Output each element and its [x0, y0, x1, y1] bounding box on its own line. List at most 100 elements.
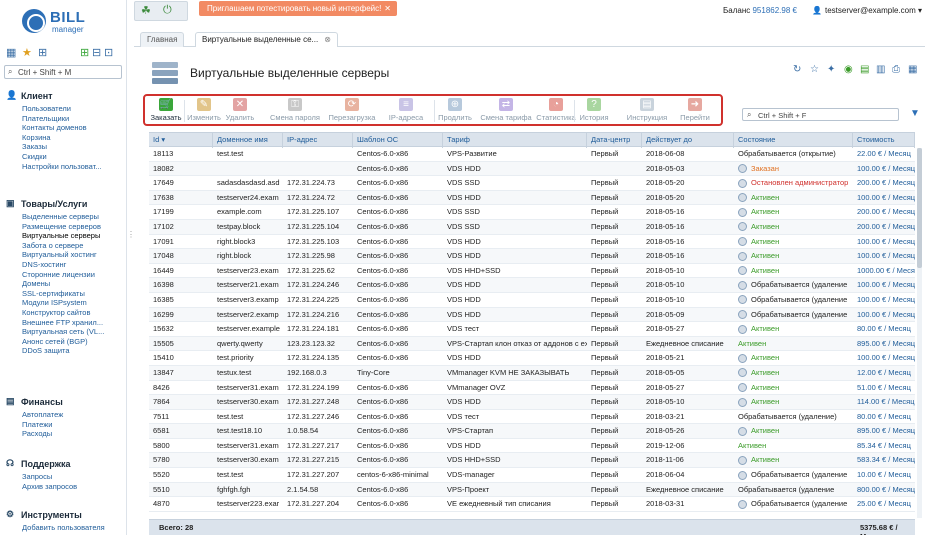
stats-button[interactable]: ◔ Статистика — [535, 98, 577, 124]
sidebar-item[interactable]: DDoS защита — [6, 346, 124, 356]
sidebar-item[interactable]: Конструктор сайтов — [6, 308, 124, 318]
filter-funnel-icon[interactable]: ▼ — [910, 108, 920, 119]
table-row[interactable]: 16385 testserver3.examp 172.31.224.225 Cent… — [149, 293, 915, 308]
sidebar-group-header[interactable]: ☊ Поддержка — [6, 458, 124, 472]
sidebar-group-header[interactable]: 👤 Клиент — [6, 90, 124, 104]
sidebar-group-header[interactable]: ⚙ Инструменты — [6, 509, 124, 523]
table-row[interactable]: 18113 test.test Centos-6.0-x86 VPS-Развитие… — [149, 147, 915, 162]
sidebar-item[interactable]: Виртуальные серверы — [6, 231, 124, 241]
favorite-star-icon[interactable]: ☆ — [810, 64, 819, 75]
table-row[interactable]: 17102 testpay.block 172.31.225.104 Centos-6… — [149, 219, 915, 235]
sidebar-item[interactable]: Виртуальная сеть (VL... — [6, 327, 124, 337]
sidebar-item[interactable]: Анонс сетей (BGP) — [6, 337, 124, 347]
table-row[interactable]: 17649 sadasdasdasd.asd 172.31.224.73 Centos… — [149, 176, 915, 191]
sidebar-item[interactable]: Настройки пользоват... — [6, 162, 124, 172]
sidebar-group-header[interactable]: ▤ Финансы — [6, 396, 124, 410]
settings-icon[interactable]: ⊡ — [104, 47, 113, 59]
table-row[interactable]: 18082 Centos-6.0-x86 VDS HDD 2018-05-03 Зака… — [149, 161, 915, 177]
history-button[interactable]: ? История — [577, 98, 611, 124]
sidebar-item[interactable]: Запросы — [6, 472, 124, 482]
sidebar-item[interactable]: Заказы — [6, 142, 124, 152]
favorites-star-icon[interactable]: ★ — [22, 47, 32, 59]
sidebar-item[interactable]: Контакты доменов — [6, 123, 124, 133]
tab-home[interactable]: Главная — [140, 32, 185, 47]
promo-banner[interactable]: Приглашаем потестировать новый интерфейс… — [199, 1, 397, 16]
sidebar-item[interactable]: Плательщики — [6, 114, 124, 124]
close-icon[interactable]: ✕ — [384, 1, 391, 16]
table-row[interactable]: 17048 right.block 172.31.225.98 Centos-6.0-… — [149, 249, 915, 264]
sidebar-item[interactable]: Виртуальный хостинг — [6, 250, 124, 260]
table-row[interactable]: 17199 example.com 172.31.225.107 Centos-6.0… — [149, 205, 915, 220]
table-row[interactable]: 5780 testserver30.exam 172.31.227.215 Cento… — [149, 453, 915, 469]
print-icon[interactable]: ⎙ — [892, 64, 900, 75]
delete-button[interactable]: ✕ Удалить — [225, 98, 255, 124]
user-menu[interactable]: 👤 testserver@example.com ▾ — [812, 6, 922, 15]
table-scrollbar[interactable] — [917, 148, 922, 518]
table-row[interactable]: 17091 right.block3 172.31.225.103 Centos-6.… — [149, 235, 915, 250]
table-row[interactable]: 13847 testux.test 192.168.0.3 Tiny-Core VMma… — [149, 365, 915, 381]
table-row[interactable]: 16398 testserver21.exam 172.31.224.246 Cent… — [149, 278, 915, 293]
column-header[interactable]: Доменное имя — [213, 133, 283, 148]
column-header[interactable]: Id ▾ — [149, 133, 213, 148]
sidebar-item[interactable]: Пользователи — [6, 104, 124, 114]
collapse-all-icon[interactable]: ⊟ — [92, 47, 101, 59]
sidebar-item[interactable]: Внешнее FTP хранил... — [6, 318, 124, 328]
refresh-icon[interactable]: ↻ — [793, 64, 801, 75]
sidebar-group-header[interactable]: ▣ Товары/Услуги — [6, 198, 124, 212]
table-row[interactable]: 6581 test.test18.10 1.0.58.54 Centos-6.0-x8… — [149, 424, 915, 439]
table-row[interactable]: 15410 test.priority 172.31.224.135 Centos-6… — [149, 351, 915, 366]
table-row[interactable]: 8426 testserver31.exam 172.31.224.199 Cento… — [149, 381, 915, 396]
prolong-button[interactable]: ⊕ Продлить — [437, 98, 473, 124]
sidebar-collapse-handle[interactable]: ⋮ — [127, 230, 135, 250]
close-tab-icon[interactable]: ⊗ — [324, 35, 331, 44]
table-row[interactable]: 15505 qwerty.qwerty 123.23.123.32 Centos-6.… — [149, 336, 915, 352]
sidebar-item[interactable]: DNS-хостинг — [6, 260, 124, 270]
table-row[interactable]: 7511 test.test 172.31.227.246 Centos-6.0-x8… — [149, 410, 915, 425]
edit-button[interactable]: ✎ Изменить — [187, 98, 221, 124]
reboot-button[interactable]: ⟳ Перезагрузка — [325, 98, 379, 124]
table-row[interactable]: 5510 fghfgh.fgh 2.1.54.58 Centos-6.0-x86 VPS… — [149, 482, 915, 498]
sidebar-item[interactable]: Добавить пользователя — [6, 523, 124, 533]
goto-button[interactable]: ➜ Перейти — [678, 98, 712, 124]
column-header[interactable]: Действует до — [642, 133, 734, 148]
logo[interactable]: BILL manager — [22, 8, 102, 38]
sidebar-item[interactable]: Забота о сервере — [6, 241, 124, 251]
sidebar-item[interactable]: Сторонние лицензии — [6, 270, 124, 280]
tariff-button[interactable]: ⇄ Смена тарифа — [480, 98, 532, 124]
ip-button[interactable]: ≡ IP-адреса — [387, 98, 425, 124]
order-button[interactable]: 🛒 Заказать — [150, 98, 182, 124]
table-row[interactable]: 5800 testserver31.exam 172.31.227.217 Cento… — [149, 439, 915, 454]
column-header[interactable]: IP-адрес — [283, 133, 353, 148]
help-icon[interactable]: ◉ — [844, 64, 853, 75]
sidebar-item[interactable]: Выделенные серверы — [6, 212, 124, 222]
sidebar-item[interactable]: Скидки — [6, 152, 124, 162]
sidebar-item[interactable]: Домены — [6, 279, 124, 289]
column-header[interactable]: Дата-центр — [587, 133, 642, 148]
table-row[interactable]: 16299 testserver2.examp 172.31.224.216 Cent… — [149, 307, 915, 323]
pin-icon[interactable]: ✦ — [827, 64, 835, 75]
column-header[interactable]: Шаблон ОС — [353, 133, 443, 148]
sidebar-item[interactable]: Модули ISPsystem — [6, 298, 124, 308]
balance-value[interactable]: 951862.98 € — [752, 6, 797, 15]
table-row[interactable]: 16449 testserver23.exam 172.31.225.62 Cento… — [149, 264, 915, 279]
table-row[interactable]: 15632 testserver.example 172.31.224.181 Cen… — [149, 322, 915, 337]
notifications-icon[interactable]: ☘ — [141, 4, 151, 17]
filter-input[interactable]: ⌕ Ctrl + Shift + F — [742, 108, 899, 121]
column-header[interactable]: Стоимость — [853, 133, 915, 148]
sidebar-item[interactable]: Архив запросов — [6, 482, 124, 492]
export-csv-icon[interactable]: ▥ — [876, 64, 885, 75]
column-header[interactable]: Состояние — [734, 133, 853, 148]
sidebar-item[interactable]: Автоплатеж — [6, 410, 124, 420]
expand-all-icon[interactable]: ⊞ — [80, 47, 89, 59]
sidebar-search-input[interactable]: ⌕ Ctrl + Shift + M — [4, 65, 122, 79]
sidebar-item[interactable]: SSL-сертификаты — [6, 289, 124, 299]
tree-icon[interactable]: ⊞ — [38, 47, 47, 59]
sidebar-item[interactable]: Платежи — [6, 420, 124, 430]
table-row[interactable]: 7864 testserver30.exam 172.31.227.248 Cento… — [149, 395, 915, 410]
instruction-button[interactable]: ▤ Инструкция — [625, 98, 669, 124]
export-excel-icon[interactable]: ▤ — [860, 64, 869, 75]
table-row[interactable]: 5520 test.test 172.31.227.207 centos-6-x86-… — [149, 468, 915, 483]
menu-grid-icon[interactable]: ▦ — [6, 47, 16, 59]
tab-vds[interactable]: Виртуальные выделенные се... ⊗ — [195, 32, 338, 47]
table-row[interactable]: 4870 testserver223.exar 172.31.227.204 Cent… — [149, 497, 915, 512]
